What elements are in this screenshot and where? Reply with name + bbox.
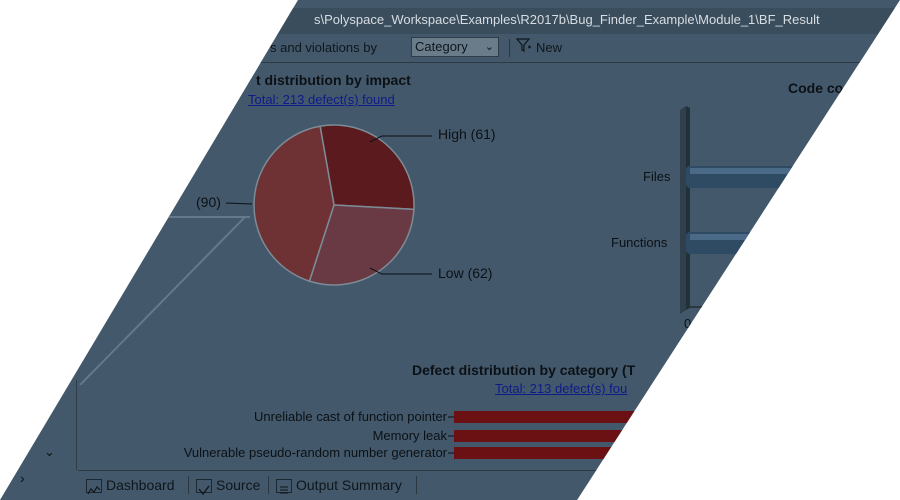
category-row-label: Vulnerable pseudo-random number generato… [183,445,447,460]
group-by-value: Category [415,39,468,54]
chevron-down-icon: ⌄ [484,41,494,53]
new-filter-button[interactable]: New [515,38,563,58]
tab-output-summary-label: Output Summary [296,477,402,493]
impact-pie-chart [225,124,432,286]
tab-output-summary[interactable]: Output Summary [276,474,402,496]
category-row-label: Memory leak [372,428,447,443]
tab-divider [416,476,417,494]
dashboard-view: s\Polyspace_Workspace\Examples\R2017b\Bu… [0,0,900,500]
tab-dashboard-label: Dashboard [106,477,175,493]
source-icon [196,479,212,496]
chevron-right-icon[interactable]: › [20,470,25,486]
result-path: s\Polyspace_Workspace\Examples\R2017b\Bu… [314,12,820,27]
pie-slice-high[interactable] [319,124,415,211]
tab-source[interactable]: Source [196,474,260,496]
category-bar[interactable] [454,447,680,459]
result-path-bar: s\Polyspace_Workspace\Examples\R2017b\Bu… [0,8,900,35]
coverage-row-functions: Functions [611,235,668,250]
category-bar[interactable] [454,411,680,423]
dashboard-icon [86,479,102,495]
category-total-link[interactable]: Total: 213 defect(s) fou [495,381,627,396]
new-label: New [536,40,563,55]
tab-divider [268,476,269,494]
chevron-down-icon[interactable]: ⌄ [44,444,55,460]
bottom-tab-bar: Dashboard Source Output Summary [78,470,900,499]
coverage-bar-highlight [690,234,896,240]
tab-divider [188,476,189,494]
coverage-bar-chart [680,106,900,314]
coverage-chart-title: Code co [788,80,844,96]
tab-dashboard[interactable]: Dashboard [86,474,175,496]
pie-label-high: High (61) [438,126,496,142]
pie-label-low: Low (62) [438,265,493,281]
group-by-label: s and violations by [270,40,377,55]
tab-source-label: Source [216,477,261,493]
impact-chart-title: t distribution by impact [256,72,411,88]
category-chart-title: Defect distribution by category (T [412,362,636,378]
group-by-dropdown[interactable]: Category ⌄ [411,37,499,57]
output-summary-icon [276,479,292,494]
pie-label-medium: (90) [196,194,221,210]
category-bar-chart [448,411,680,459]
category-bar[interactable] [454,430,680,442]
dashboard-toolbar: s and violations by Category ⌄ New [0,34,900,63]
coverage-bar-highlight [690,168,896,174]
filter-new-icon [515,38,532,55]
category-row-label: Unreliable cast of function pointer [254,409,447,424]
toolbar-divider [509,39,510,57]
